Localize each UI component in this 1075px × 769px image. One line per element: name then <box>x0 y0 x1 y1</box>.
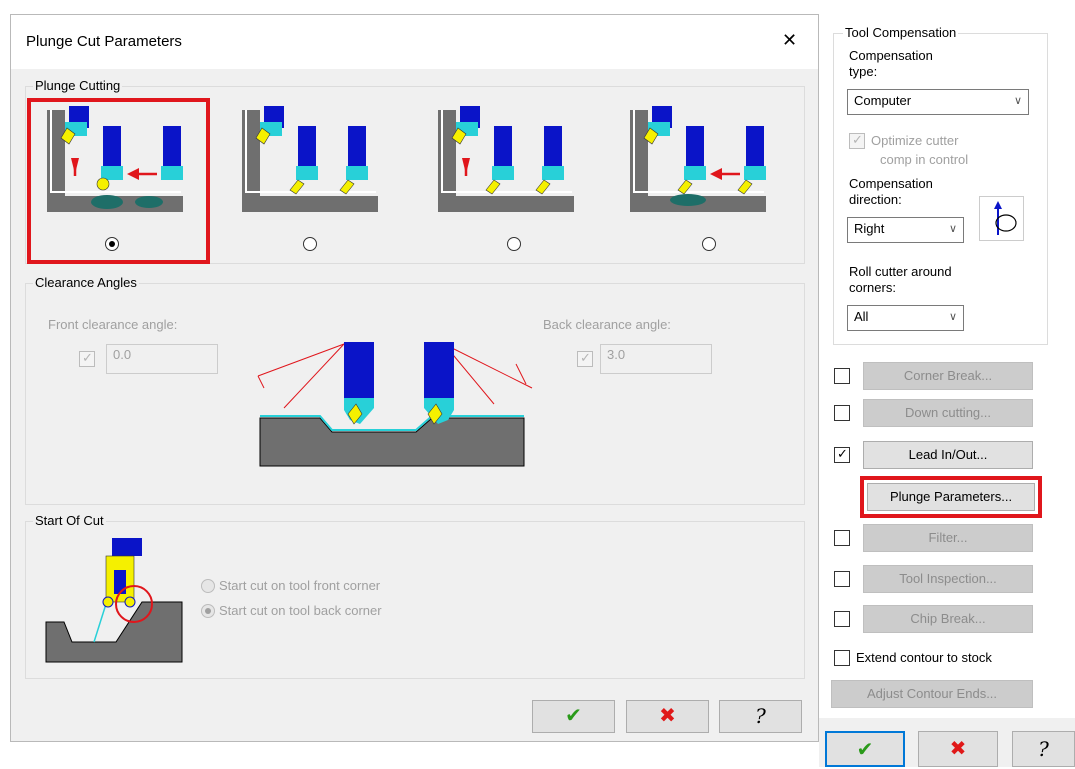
plunge-option-2-radio[interactable] <box>303 237 317 251</box>
compensation-direction-icon <box>979 196 1024 241</box>
roll-cutter-label: Roll cutter around corners: <box>849 264 952 295</box>
tool-inspection-checkbox[interactable] <box>834 571 850 587</box>
lead-in-out-button[interactable]: Lead In/Out... <box>863 441 1033 469</box>
ok-icon: ✔ <box>565 705 582 727</box>
start-of-cut-label: Start Of Cut <box>33 513 106 529</box>
back-clearance-value: 3.0 <box>607 347 626 362</box>
start-back-radio[interactable] <box>201 604 215 618</box>
compensation-direction-select[interactable]: Right ∨ <box>847 217 964 243</box>
front-clearance-label: Front clearance angle: <box>48 317 178 332</box>
front-clearance-checkbox[interactable]: ✓ <box>79 350 95 367</box>
ok-icon: ✔ <box>856 739 874 761</box>
lead-in-out-checkbox[interactable]: ✓ <box>834 446 850 463</box>
corner-break-checkbox[interactable] <box>834 368 850 384</box>
optimize-cutter-label-2: comp in control <box>880 152 969 167</box>
corner-break-button[interactable]: Corner Break... <box>863 362 1033 390</box>
plunge-option-2-image[interactable] <box>240 104 380 212</box>
down-cutting-button[interactable]: Down cutting... <box>863 399 1033 427</box>
back-clearance-checkbox[interactable]: ✓ <box>577 350 593 367</box>
start-back-label: Start cut on tool back corner <box>219 603 382 618</box>
back-clearance-label: Back clearance angle: <box>543 317 671 332</box>
plunge-cutting-label: Plunge Cutting <box>33 78 123 94</box>
plunge-parameters-button[interactable]: Plunge Parameters... <box>867 483 1035 511</box>
cancel-icon: ✖ <box>659 705 676 727</box>
extend-contour-label: Extend contour to stock <box>856 650 992 665</box>
front-clearance-field[interactable]: 0.0 <box>106 344 218 374</box>
optimize-cutter-checkbox[interactable]: ✓ <box>849 132 865 149</box>
plunge-option-4-image[interactable] <box>628 104 768 212</box>
panel-cancel-button[interactable]: ✖ <box>918 731 998 767</box>
clearance-angle-diagram <box>257 342 533 467</box>
clearance-angles-label: Clearance Angles <box>33 275 139 291</box>
cancel-icon: ✖ <box>949 738 967 760</box>
compensation-type-value: Computer <box>854 93 912 108</box>
plunge-option-4-radio[interactable] <box>702 237 716 251</box>
plunge-option-3-radio[interactable] <box>507 237 521 251</box>
dialog-title: Plunge Cut Parameters <box>26 33 182 50</box>
extend-contour-checkbox[interactable] <box>834 650 850 666</box>
chip-break-button[interactable]: Chip Break... <box>863 605 1033 633</box>
panel-help-button[interactable]: ? <box>1012 731 1075 767</box>
help-icon: ? <box>1038 737 1049 761</box>
compensation-type-select[interactable]: Computer ∨ <box>847 89 1029 115</box>
ok-button[interactable]: ✔ <box>532 700 615 733</box>
adjust-contour-ends-button[interactable]: Adjust Contour Ends... <box>831 680 1033 708</box>
back-clearance-field[interactable]: 3.0 <box>600 344 712 374</box>
chip-break-checkbox[interactable] <box>834 611 850 627</box>
roll-cutter-value: All <box>854 309 869 324</box>
help-button[interactable]: ? <box>719 700 802 733</box>
help-icon: ? <box>755 704 766 728</box>
plunge-option-1-radio[interactable] <box>105 237 119 251</box>
compensation-direction-label: Compensation direction: <box>849 176 933 207</box>
filter-button[interactable]: Filter... <box>863 524 1033 552</box>
plunge-option-3-image[interactable] <box>436 104 576 212</box>
filter-checkbox[interactable] <box>834 530 850 546</box>
compensation-type-label: Compensation type: <box>849 48 933 79</box>
cancel-button[interactable]: ✖ <box>626 700 709 733</box>
chevron-down-icon: ∨ <box>948 311 957 323</box>
tool-compensation-label: Tool Compensation <box>843 25 959 41</box>
start-front-label: Start cut on tool front corner <box>219 578 381 593</box>
front-clearance-value: 0.0 <box>113 347 132 362</box>
chevron-down-icon: ∨ <box>948 223 957 235</box>
chevron-down-icon: ∨ <box>1013 95 1022 107</box>
start-of-cut-diagram <box>45 538 183 663</box>
roll-cutter-select[interactable]: All ∨ <box>847 305 964 331</box>
close-icon[interactable]: ✕ <box>782 31 797 49</box>
panel-ok-button[interactable]: ✔ <box>825 731 905 767</box>
optimize-cutter-label: Optimize cutter <box>871 133 959 148</box>
compensation-direction-value: Right <box>854 221 885 236</box>
plunge-option-1-image[interactable] <box>45 104 185 212</box>
down-cutting-checkbox[interactable] <box>834 405 850 421</box>
tool-inspection-button[interactable]: Tool Inspection... <box>863 565 1033 593</box>
start-front-radio[interactable] <box>201 579 215 593</box>
